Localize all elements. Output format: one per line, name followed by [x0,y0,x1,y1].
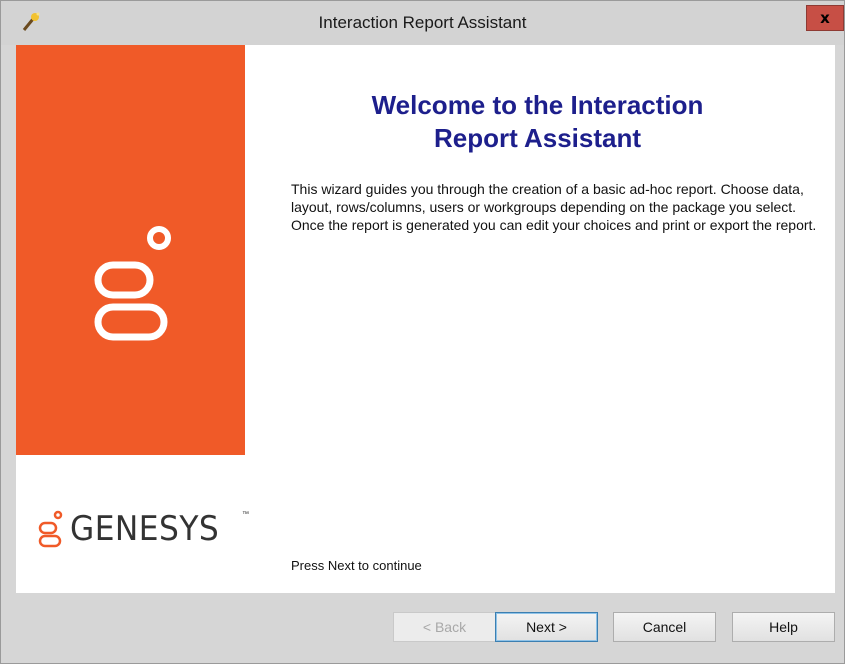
brand-panel [16,45,245,455]
welcome-heading: Welcome to the Interaction Report Assist… [290,89,785,155]
genesys-logo-icon [94,226,171,341]
back-button[interactable]: < Back [393,612,496,642]
wizard-description: This wizard guides you through the creat… [291,181,817,233]
next-button[interactable]: Next > [495,612,598,642]
cancel-button[interactable]: Cancel [613,612,716,642]
title-bar[interactable]: Interaction Report Assistant x [1,1,844,45]
genesys-small-logo-icon [38,510,63,548]
help-button[interactable]: Help [732,612,835,642]
genesys-wordmark: GENESYS ™ [36,505,249,555]
welcome-heading-text: Welcome to the Interaction Report Assist… [371,90,704,153]
genesys-text: GENESYS [70,509,220,549]
trademark-symbol: ™ [242,511,249,518]
continue-hint: Press Next to continue [291,558,422,573]
window-title: Interaction Report Assistant [318,13,527,32]
close-button[interactable]: x [806,5,844,31]
button-bar: < Back Next > Cancel Help [1,593,844,663]
wizard-content: GENESYS ™ Welcome to the Interaction Rep… [16,45,835,593]
report-assistant-window: Interaction Report Assistant x GENESYS ™… [0,0,845,664]
